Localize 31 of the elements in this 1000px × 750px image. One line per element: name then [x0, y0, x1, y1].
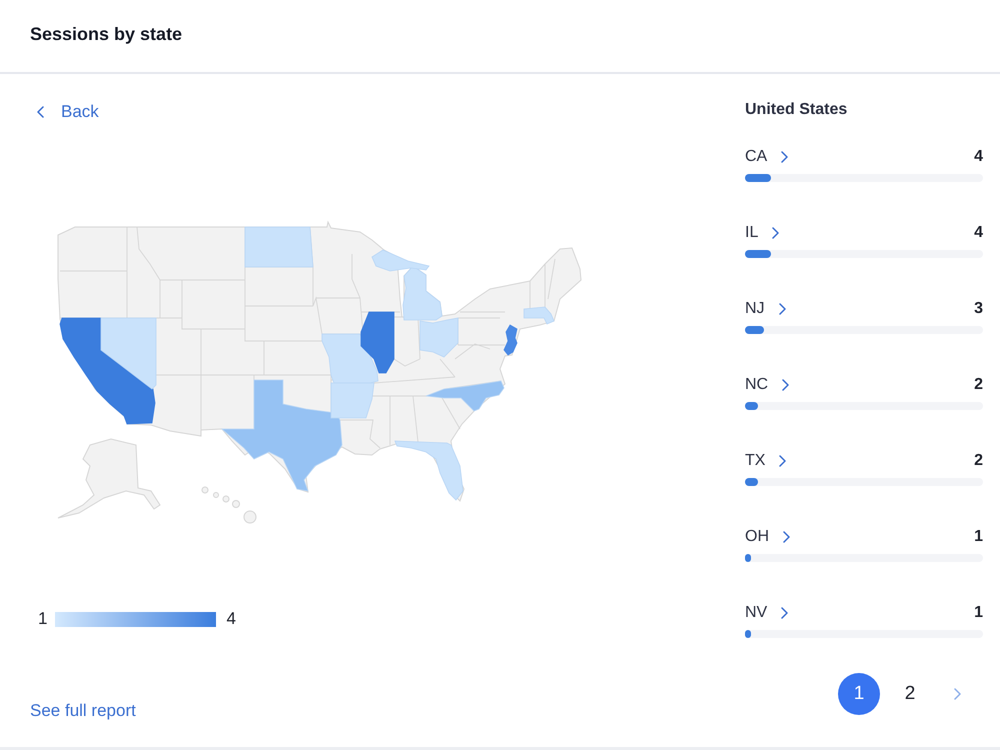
back-link[interactable]: Back: [37, 102, 99, 122]
chevron-left-icon: [37, 106, 44, 118]
state-link[interactable]: NC: [745, 375, 790, 395]
legend-min-label: 1: [38, 609, 48, 629]
state-link[interactable]: NV: [745, 603, 788, 623]
chevron-right-icon: [772, 227, 780, 239]
chevron-right-icon: [782, 379, 790, 391]
session-count: 1: [974, 603, 983, 623]
state-link[interactable]: OH: [745, 527, 790, 547]
state-link[interactable]: NJ: [745, 299, 786, 319]
session-count: 4: [974, 223, 983, 243]
panel-title: Sessions by state: [30, 23, 182, 45]
page-button[interactable]: 2: [889, 673, 931, 715]
page-button[interactable]: 1: [838, 673, 880, 715]
chevron-right-icon: [783, 531, 790, 543]
see-full-report-link[interactable]: See full report: [30, 701, 136, 721]
session-count: 4: [974, 147, 983, 167]
session-count: 3: [974, 299, 983, 319]
chevron-right-icon: [781, 151, 788, 163]
state-link[interactable]: IL: [745, 223, 780, 243]
session-count: 1: [974, 527, 983, 547]
session-count: 2: [974, 451, 983, 471]
session-count: 2: [974, 375, 983, 395]
chevron-right-icon: [954, 688, 960, 700]
chevron-right-icon: [781, 607, 788, 619]
state-link[interactable]: CA: [745, 147, 788, 167]
chevron-right-icon: [779, 455, 786, 467]
state-link[interactable]: TX: [745, 451, 786, 471]
legend-max-label: 4: [226, 609, 236, 629]
chevron-right-icon: [778, 303, 786, 315]
country-title: United States: [745, 100, 848, 120]
